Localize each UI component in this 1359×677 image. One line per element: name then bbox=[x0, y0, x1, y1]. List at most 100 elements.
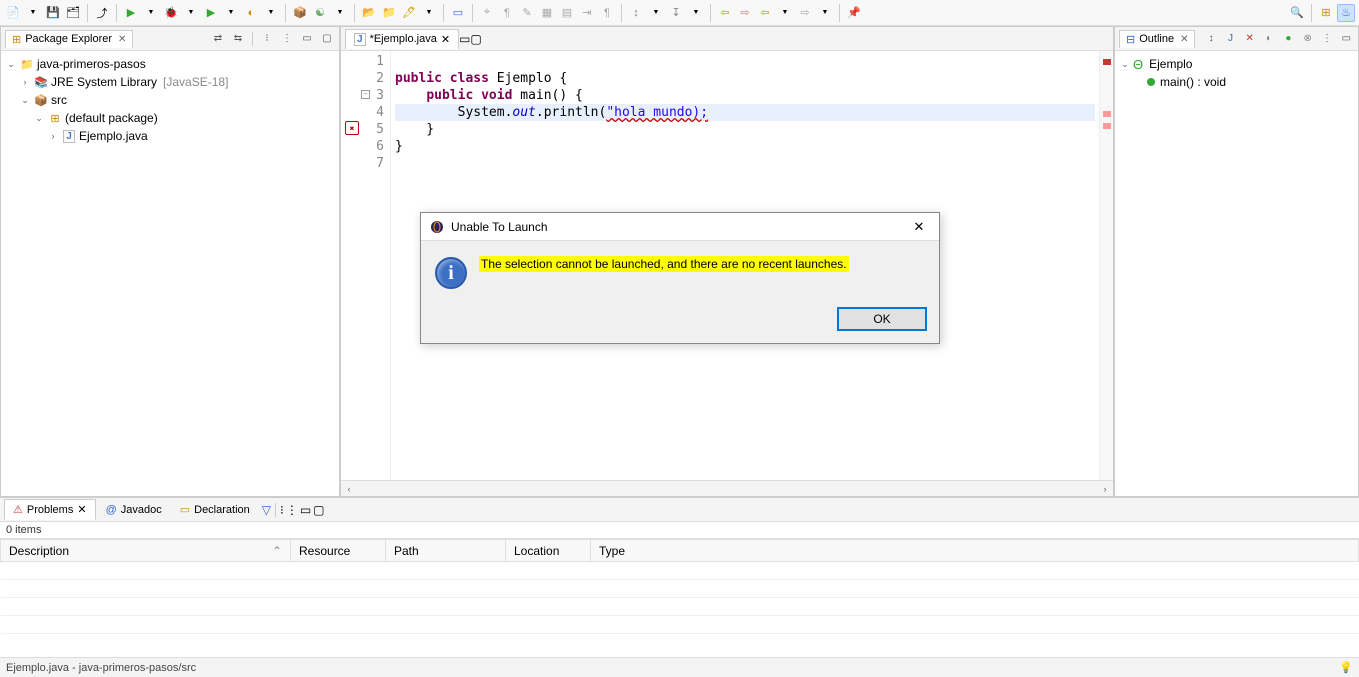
focus-icon[interactable]: ⁝ bbox=[280, 503, 284, 517]
link-icon[interactable]: ⇆ bbox=[230, 31, 246, 47]
save-all-icon[interactable]: 🗂 bbox=[64, 4, 82, 22]
maximize-icon[interactable]: ▢ bbox=[470, 32, 481, 46]
view-menu-icon[interactable]: ⋮ bbox=[1319, 31, 1334, 47]
minimize-icon[interactable]: ▭ bbox=[1339, 31, 1354, 47]
pin-icon[interactable]: 📌 bbox=[845, 4, 863, 22]
view-menu-icon[interactable]: ⋮ bbox=[286, 503, 298, 517]
outline-tab[interactable]: ⊟ Outline ✕ bbox=[1119, 30, 1195, 48]
back-icon[interactable]: ⇦ bbox=[716, 4, 734, 22]
table-row[interactable] bbox=[1, 598, 1359, 616]
run-icon[interactable]: ▶ bbox=[122, 4, 140, 22]
new-class-icon[interactable]: ☯ bbox=[311, 4, 329, 22]
tree-file[interactable]: › J Ejemplo.java bbox=[5, 127, 335, 145]
tab-javadoc[interactable]: @ Javadoc bbox=[98, 501, 170, 519]
dropdown-icon[interactable]: ▼ bbox=[222, 4, 240, 22]
debug-icon[interactable]: 🐞 bbox=[162, 4, 180, 22]
tree-package[interactable]: ⌄ ⊞ (default package) bbox=[5, 109, 335, 127]
open-task-icon[interactable]: 📁 bbox=[380, 4, 398, 22]
column-header[interactable]: Description ⌃ bbox=[1, 540, 291, 562]
save-icon[interactable]: 💾 bbox=[44, 4, 62, 22]
toggle-icon[interactable]: ▭ bbox=[449, 4, 467, 22]
ok-button[interactable]: OK bbox=[837, 307, 927, 331]
hide-fields-icon[interactable]: ✕ bbox=[1242, 31, 1257, 47]
open-type-icon[interactable]: 📂 bbox=[360, 4, 378, 22]
outline-method[interactable]: main() : void bbox=[1119, 73, 1354, 91]
perspective-icon[interactable]: ⊞ bbox=[1317, 4, 1335, 22]
filter-icon[interactable]: ▽ bbox=[262, 503, 271, 517]
chevron-down-icon[interactable]: ⌄ bbox=[33, 113, 45, 124]
tab-declaration[interactable]: ▭ Declaration bbox=[172, 500, 258, 519]
tip-icon[interactable]: 💡 bbox=[1339, 661, 1353, 674]
tree-project[interactable]: ⌄ 📁 java-primeros-pasos bbox=[5, 55, 335, 73]
nav-fwd-icon[interactable]: ⇨ bbox=[796, 4, 814, 22]
maximize-icon[interactable]: ▢ bbox=[313, 503, 324, 517]
pilcrow2-icon[interactable]: ¶ bbox=[598, 4, 616, 22]
format-icon[interactable]: ✎ bbox=[518, 4, 536, 22]
table-row[interactable] bbox=[1, 580, 1359, 598]
chevron-down-icon[interactable]: ⌄ bbox=[1119, 59, 1131, 70]
overview-ruler[interactable] bbox=[1099, 51, 1113, 480]
dropdown-icon[interactable]: ▼ bbox=[182, 4, 200, 22]
minimize-icon[interactable]: ▭ bbox=[299, 31, 315, 47]
scroll-right-icon[interactable]: › bbox=[1097, 484, 1113, 494]
chevron-right-icon[interactable]: › bbox=[47, 131, 59, 141]
hide-static-icon[interactable]: ◐ bbox=[1261, 31, 1276, 47]
scroll-left-icon[interactable]: ‹ bbox=[341, 484, 357, 494]
dropdown-icon[interactable]: ▼ bbox=[420, 4, 438, 22]
dropdown-icon[interactable]: ▼ bbox=[647, 4, 665, 22]
dropdown-icon[interactable]: ▼ bbox=[24, 4, 42, 22]
hide-local-icon[interactable]: ⊗ bbox=[1300, 31, 1315, 47]
editor-scrollbar[interactable]: ‹ › bbox=[341, 480, 1113, 496]
skip-icon[interactable]: ⤴ bbox=[93, 4, 111, 22]
pilcrow-icon[interactable]: ¶ bbox=[498, 4, 516, 22]
table-row[interactable] bbox=[1, 616, 1359, 634]
goto-icon[interactable]: ↕ bbox=[627, 4, 645, 22]
tab-problems[interactable]: ⚠ Problems ✕ bbox=[4, 499, 96, 520]
view-menu-icon[interactable]: ⋮ bbox=[279, 31, 295, 47]
dropdown-icon[interactable]: ▼ bbox=[687, 4, 705, 22]
overview-error-marker[interactable] bbox=[1103, 59, 1111, 65]
editor-tab[interactable]: J *Ejemplo.java ✕ bbox=[345, 29, 459, 49]
new-icon[interactable]: 📄 bbox=[4, 4, 22, 22]
chevron-right-icon[interactable]: › bbox=[19, 77, 31, 87]
dropdown-icon[interactable]: ▼ bbox=[816, 4, 834, 22]
problems-table[interactable]: Description ⌃ResourcePathLocationType bbox=[0, 538, 1359, 657]
filter-icon[interactable]: J bbox=[1223, 31, 1238, 47]
overview-error-marker[interactable] bbox=[1103, 111, 1111, 117]
package-explorer-tab[interactable]: ⊞ Package Explorer ✕ bbox=[5, 30, 133, 48]
table-row[interactable] bbox=[1, 562, 1359, 580]
tree-jre[interactable]: › 📚 JRE System Library [JavaSE-18] bbox=[5, 73, 335, 91]
collapse-icon[interactable]: ⇄ bbox=[210, 31, 226, 47]
coverage-icon[interactable]: ◐ bbox=[242, 4, 260, 22]
run-ext-icon[interactable]: ▶ bbox=[202, 4, 220, 22]
column-header[interactable]: Type bbox=[591, 540, 1359, 562]
quick-access-icon[interactable]: 🔍 bbox=[1288, 4, 1306, 22]
chevron-down-icon[interactable]: ⌄ bbox=[5, 59, 17, 70]
tree-src[interactable]: ⌄ 📦 src bbox=[5, 91, 335, 109]
column-header[interactable]: Path bbox=[386, 540, 506, 562]
maximize-icon[interactable]: ▢ bbox=[319, 31, 335, 47]
sort-icon[interactable]: ↕ bbox=[1203, 31, 1218, 47]
minimize-icon[interactable]: ▭ bbox=[300, 503, 311, 517]
minimize-icon[interactable]: ▭ bbox=[459, 32, 470, 46]
dropdown-icon[interactable]: ▼ bbox=[262, 4, 280, 22]
java-perspective-icon[interactable]: ♨ bbox=[1337, 4, 1355, 22]
chevron-down-icon[interactable]: ⌄ bbox=[19, 95, 31, 106]
dropdown-icon[interactable]: ▼ bbox=[142, 4, 160, 22]
nav-back-icon[interactable]: ⇦ bbox=[756, 4, 774, 22]
close-icon[interactable]: ✕ bbox=[907, 219, 931, 235]
dropdown-icon[interactable]: ▼ bbox=[331, 4, 349, 22]
outline-class[interactable]: ⌄ Θ Ejemplo bbox=[1119, 55, 1354, 73]
shift-icon[interactable]: ⇥ bbox=[578, 4, 596, 22]
column-header[interactable]: Resource bbox=[291, 540, 386, 562]
focus-icon[interactable]: ⁝ bbox=[259, 31, 275, 47]
fwd-icon[interactable]: ⇨ bbox=[736, 4, 754, 22]
block-icon[interactable]: ▦ bbox=[538, 4, 556, 22]
dropdown-icon[interactable]: ▼ bbox=[776, 4, 794, 22]
close-icon[interactable]: ✕ bbox=[77, 503, 86, 516]
next-ann-icon[interactable]: ↧ bbox=[667, 4, 685, 22]
column-header[interactable]: Location bbox=[506, 540, 591, 562]
overview-error-marker[interactable] bbox=[1103, 123, 1111, 129]
mark-icon[interactable]: ⌖ bbox=[478, 4, 496, 22]
hide-nonpublic-icon[interactable]: ● bbox=[1281, 31, 1296, 47]
